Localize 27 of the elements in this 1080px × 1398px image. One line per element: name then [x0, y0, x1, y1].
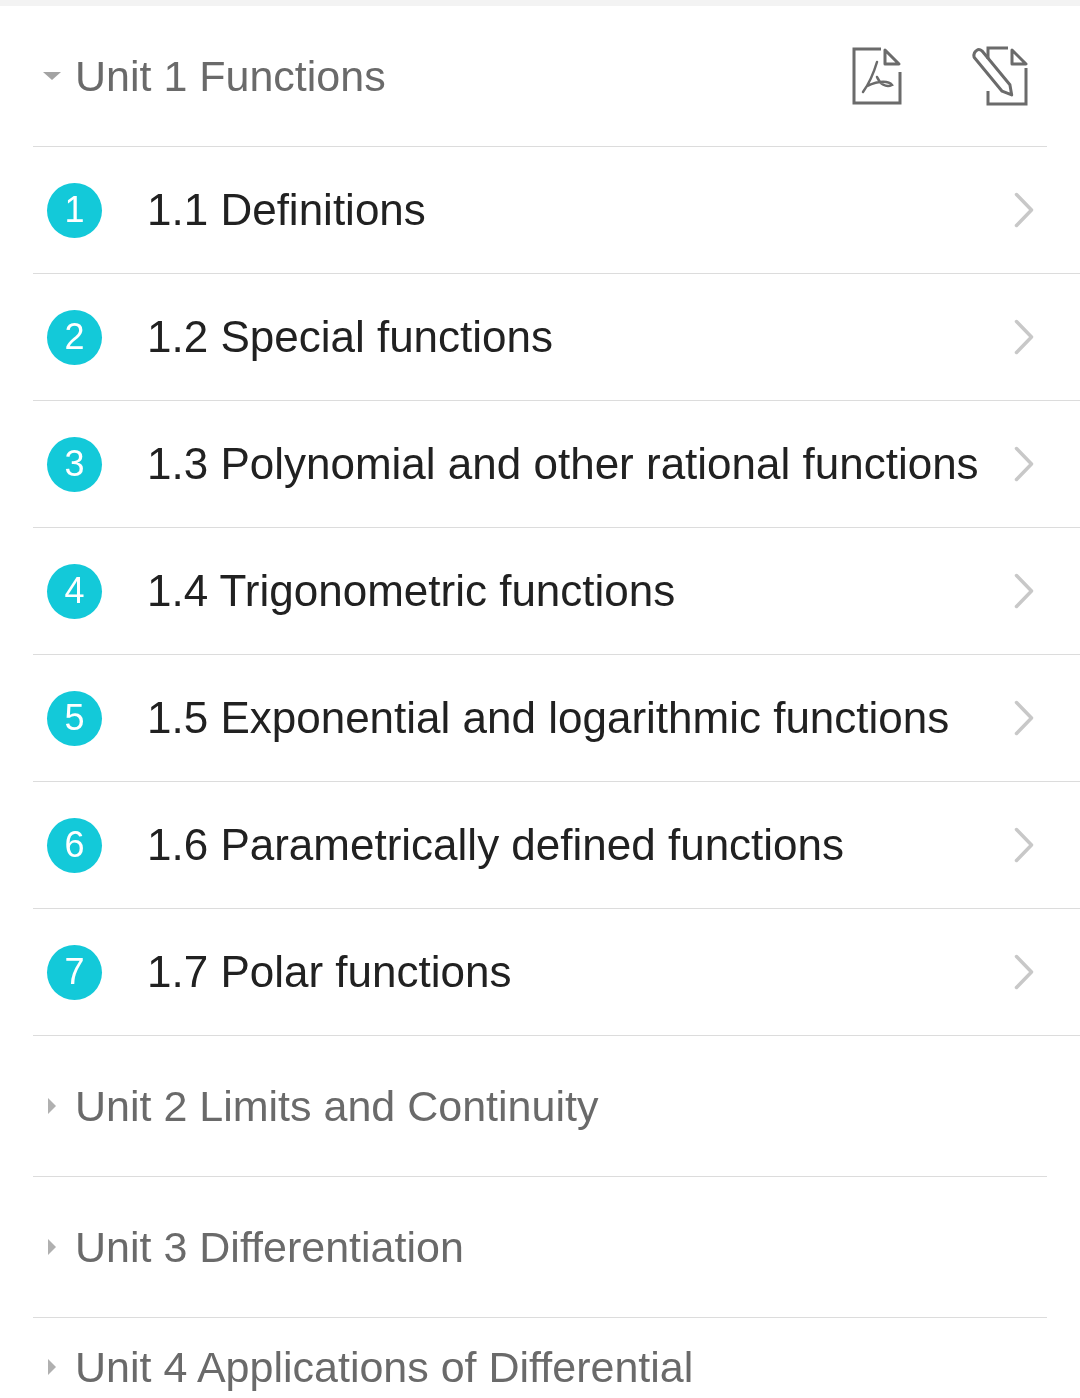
chevron-right-icon — [1014, 573, 1034, 609]
pdf-document-icon[interactable] — [852, 47, 902, 105]
unit-title[interactable]: Unit 1 Functions — [75, 51, 852, 101]
number-badge: 7 — [47, 944, 102, 1000]
unit-title[interactable]: Unit 2 Limits and Continuity — [75, 1081, 1028, 1131]
number-badge: 3 — [47, 436, 102, 492]
chevron-right-icon — [1014, 954, 1034, 990]
lesson-title[interactable]: 1.7 Polar functions — [147, 946, 1014, 998]
number-badge: 6 — [47, 817, 102, 873]
chevron-right-icon — [1014, 319, 1034, 355]
chevron-right-icon — [1014, 700, 1034, 736]
number-badge: 5 — [47, 690, 102, 746]
chevron-right-icon — [1014, 827, 1034, 863]
lesson-title[interactable]: 1.6 Parametrically defined functions — [147, 819, 1014, 871]
chevron-right-icon — [1014, 192, 1034, 228]
edit-document-icon[interactable] — [970, 46, 1028, 106]
lesson-title[interactable]: 1.2 Special functions — [147, 311, 1014, 363]
lesson-title[interactable]: 1.1 Definitions — [147, 184, 1014, 236]
lesson-title[interactable]: 1.3 Polynomial and other rational functions — [147, 438, 1014, 490]
unit-title[interactable]: Unit 4 Applications of Differential — [75, 1342, 1028, 1392]
lesson-title[interactable]: 1.4 Trigonometric functions — [147, 565, 1014, 617]
number-badge: 2 — [47, 309, 102, 365]
chevron-right-icon — [1014, 446, 1034, 482]
number-badge: 1 — [47, 182, 102, 238]
number-badge: 4 — [47, 563, 102, 619]
lesson-title[interactable]: 1.5 Exponential and logarithmic functions — [147, 692, 1014, 744]
unit-title[interactable]: Unit 3 Differentiation — [75, 1222, 1028, 1272]
